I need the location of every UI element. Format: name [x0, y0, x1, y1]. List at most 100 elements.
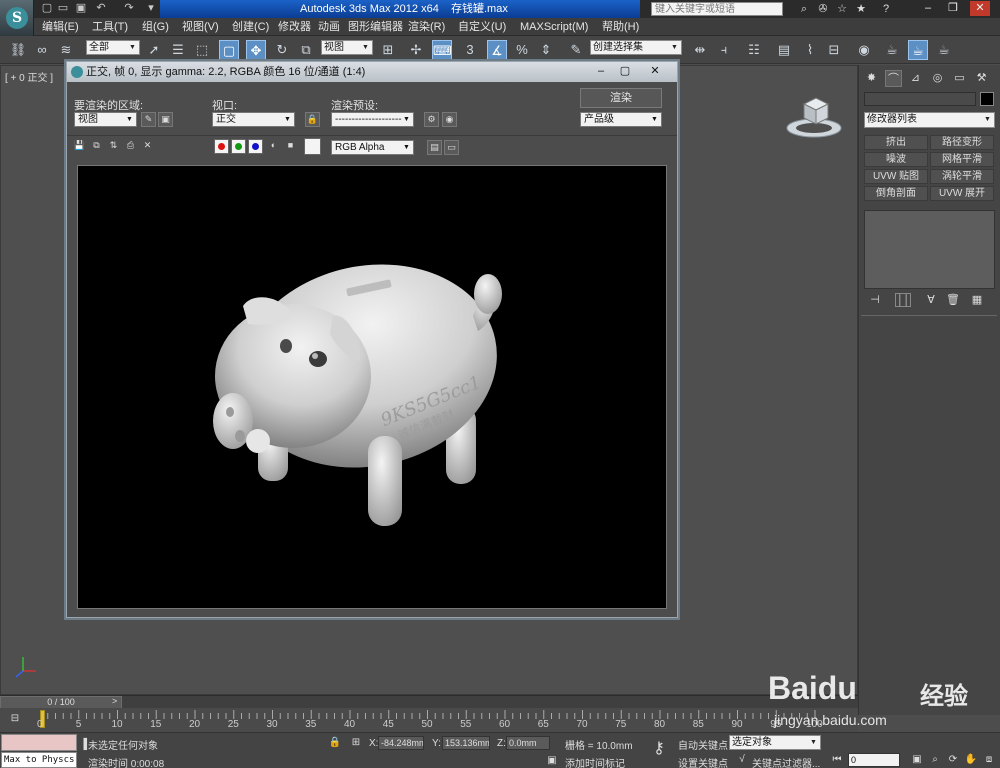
menu-edit[interactable]: 编辑(E)	[42, 18, 79, 36]
menu-tools[interactable]: 工具(T)	[92, 18, 128, 36]
communication-icon[interactable]: ☆	[834, 2, 850, 16]
show-end-result-icon[interactable]: ⏐⏐	[895, 293, 911, 307]
object-color-swatch[interactable]	[980, 92, 994, 106]
meshsmooth-button[interactable]: 网格平滑	[930, 152, 994, 167]
blue-channel-toggle[interactable]	[248, 139, 263, 154]
snaps-toggle-icon[interactable]: 3	[460, 40, 480, 60]
display-tab-icon[interactable]: ▭	[951, 70, 968, 87]
app-logo-button[interactable]: S	[0, 0, 34, 36]
open-file-icon[interactable]: ▭	[56, 2, 70, 15]
menu-views[interactable]: 视图(V)	[182, 18, 219, 36]
zoom-icon[interactable]: ⌕	[928, 753, 942, 767]
monochrome-icon[interactable]: ■	[283, 139, 298, 154]
viewcube-icon[interactable]	[784, 90, 844, 140]
next-frame-arrow-icon[interactable]: >	[112, 696, 117, 706]
time-tag-icon[interactable]: ▣	[545, 754, 559, 768]
render-window-maximize-button[interactable]: ▢	[616, 64, 634, 78]
configure-modifier-sets-icon[interactable]: ▦	[969, 293, 985, 307]
curve-editor-icon[interactable]: ⌇	[800, 40, 820, 60]
unwrap-uvw-button[interactable]: UVW 展开	[930, 186, 994, 201]
quick-access-dropdown-icon[interactable]: ▾	[144, 2, 158, 15]
align-icon[interactable]: ⫞	[714, 40, 734, 60]
selection-lock-icon[interactable]: 🔒	[328, 736, 342, 750]
menu-graph-editors[interactable]: 图形编辑器	[348, 18, 403, 36]
z-coordinate-field[interactable]: 0.0mm	[506, 736, 550, 750]
red-channel-toggle[interactable]	[214, 139, 229, 154]
area-to-render-dropdown[interactable]: 视图 ▼	[74, 112, 137, 127]
pan-view-icon[interactable]: ✋	[964, 753, 978, 767]
select-by-name-icon[interactable]: ☰	[168, 40, 188, 60]
object-name-field[interactable]	[864, 92, 976, 106]
layer-manager-icon[interactable]: ☷	[744, 40, 764, 60]
bevel-profile-button[interactable]: 倒角剖面	[864, 186, 928, 201]
material-editor-icon[interactable]: ◉	[854, 40, 874, 60]
print-image-icon[interactable]: ⎙	[123, 139, 138, 154]
clear-icon[interactable]: ✕	[140, 139, 155, 154]
unlink-icon[interactable]: ∞	[32, 40, 52, 60]
path-deform-button[interactable]: 路径变形	[930, 135, 994, 150]
set-key-icon[interactable]: ⚷	[648, 741, 670, 757]
key-filter-icon[interactable]: √	[735, 753, 749, 767]
angle-snap-icon[interactable]: ∡	[487, 40, 507, 60]
auto-key-button[interactable]: 自动关键点	[678, 737, 728, 752]
lock-viewport-icon[interactable]: 🔒	[305, 112, 320, 127]
keyboard-shortcut-toggle-icon[interactable]: ⌨	[432, 40, 452, 60]
mini-curve-editor-icon[interactable]: ⊟	[8, 712, 22, 726]
pin-stack-icon[interactable]: ⊣	[867, 293, 883, 307]
turbosmooth-button[interactable]: 涡轮平滑	[930, 169, 994, 184]
auto-region-icon[interactable]: ▣	[158, 112, 173, 127]
rectangular-selection-icon[interactable]: ⬚	[192, 40, 212, 60]
green-channel-toggle[interactable]	[231, 139, 246, 154]
set-key-button[interactable]: 设置关键点	[678, 755, 728, 768]
track-bar[interactable]: ⊟ 0 5 10 15 20 25 30 35 40 45 50 55 60 65 70 75 80 85 90 95…	[0, 708, 858, 732]
y-coordinate-field[interactable]: 153.136mm	[442, 736, 490, 750]
select-and-manipulate-icon[interactable]: ✢	[406, 40, 426, 60]
rendered-frame-window-icon[interactable]: ☕	[908, 40, 928, 60]
go-to-start-icon[interactable]: ⏮	[830, 753, 844, 767]
save-file-icon[interactable]: ▣	[74, 2, 88, 15]
schematic-view-icon[interactable]: ⊟	[824, 40, 844, 60]
selection-filter-dropdown[interactable]: 全部 ▼	[86, 40, 140, 55]
make-unique-icon[interactable]: ∀	[923, 293, 939, 307]
new-file-icon[interactable]: ▢	[40, 2, 54, 15]
time-config-icon[interactable]: ▣	[910, 753, 924, 767]
select-and-rotate-icon[interactable]: ↻	[272, 40, 292, 60]
modify-tab-icon[interactable]: ⌒	[885, 70, 902, 87]
maximize-viewport-icon[interactable]: ⧈	[982, 753, 996, 767]
save-image-icon[interactable]: 💾	[72, 139, 87, 154]
menu-create[interactable]: 创建(C)	[232, 18, 269, 36]
percent-snap-icon[interactable]: %	[512, 40, 532, 60]
utilities-tab-icon[interactable]: ⚒	[973, 70, 990, 87]
subscription-icon[interactable]: ✇	[815, 2, 831, 16]
select-object-icon[interactable]: ➚	[144, 40, 164, 60]
production-level-dropdown[interactable]: 产品级 ▼	[580, 112, 662, 127]
edit-named-selection-icon[interactable]: ✎	[566, 40, 586, 60]
environment-effects-icon[interactable]: ◉	[442, 112, 457, 127]
absolute-transform-icon[interactable]: ⊞	[349, 736, 363, 750]
swatch-color[interactable]	[304, 138, 321, 155]
redo-icon[interactable]: ↷	[122, 2, 136, 15]
time-slider[interactable]: 0 / 100 >	[0, 695, 858, 709]
motion-tab-icon[interactable]: ◎	[929, 70, 946, 87]
close-button[interactable]: ✕	[970, 1, 990, 16]
modifier-stack[interactable]	[864, 210, 995, 289]
menu-maxscript[interactable]: MAXScript(M)	[520, 18, 588, 36]
edit-region-icon[interactable]: ✎	[141, 112, 156, 127]
search-input[interactable]: 键入关键字或短语	[651, 2, 783, 16]
undo-icon[interactable]: ↶	[94, 2, 108, 15]
bind-space-warp-icon[interactable]: ≋	[56, 40, 76, 60]
hierarchy-tab-icon[interactable]: ⊿	[907, 70, 924, 87]
render-setup-icon[interactable]: ⚙	[424, 112, 439, 127]
extrude-button[interactable]: 挤出	[864, 135, 928, 150]
rendered-image-canvas[interactable]: 9KS5G5cc1 诚信满载财	[77, 165, 667, 609]
render-window-titlebar[interactable]: 正交, 帧 0, 显示 gamma: 2.2, RGBA 颜色 16 位/通道 …	[67, 62, 677, 82]
link-icon[interactable]: ⛓	[8, 40, 28, 60]
noise-button[interactable]: 噪波	[864, 152, 928, 167]
clone-frame-window-icon[interactable]: ⇅	[106, 139, 121, 154]
select-and-scale-icon[interactable]: ⧉	[296, 40, 316, 60]
key-filters-button[interactable]: 关键点过滤器...	[752, 755, 820, 768]
render-window-minimize-button[interactable]: –	[592, 64, 610, 78]
modifier-list-dropdown[interactable]: 修改器列表 ▼	[864, 112, 995, 128]
toggle-ui-overlay-icon[interactable]: ▤	[427, 140, 442, 155]
render-button[interactable]: 渲染	[580, 88, 662, 108]
